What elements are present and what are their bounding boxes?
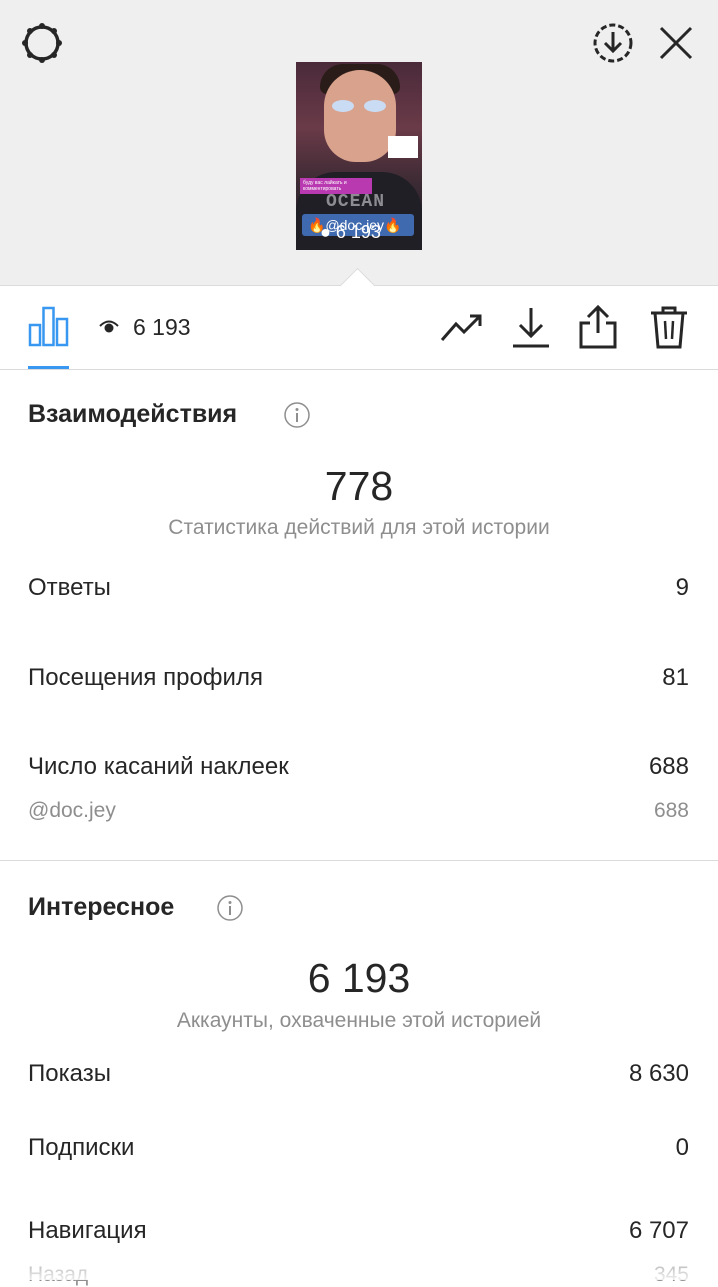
story-views-count: 6 193 xyxy=(335,222,381,242)
row-sticker-taps-label: Число касаний наклеек xyxy=(28,753,289,780)
discovery-caption: Аккаунты, охваченные этой историей xyxy=(176,1009,542,1032)
row-profile-visits-label: Посещения профиля xyxy=(28,664,263,691)
trash-icon[interactable] xyxy=(650,305,688,349)
info-icon[interactable] xyxy=(284,402,310,433)
interactions-total: 778 xyxy=(324,463,394,509)
row-follows-label: Подписки xyxy=(28,1134,135,1161)
section-divider xyxy=(0,860,718,861)
eye-icon: ● xyxy=(320,222,331,242)
discovery-title: Интересное xyxy=(28,893,175,921)
settings-gear-icon[interactable] xyxy=(20,21,64,65)
row-sticker-taps-value: 688 xyxy=(648,753,689,780)
story-caption: буду вас лайкать и комментировать xyxy=(300,178,372,194)
row-follows-value: 0 xyxy=(675,1134,689,1161)
save-story-icon[interactable] xyxy=(591,21,635,65)
row-navigation-label: Навигация xyxy=(28,1217,147,1244)
row-impressions-value: 8 630 xyxy=(628,1060,689,1087)
row-profile-visits-value: 81 xyxy=(662,664,689,691)
download-icon[interactable] xyxy=(512,306,550,348)
row-replies-value: 9 xyxy=(675,574,689,601)
share-icon[interactable] xyxy=(579,305,617,349)
trending-icon[interactable] xyxy=(440,310,484,344)
story-sticker xyxy=(388,136,418,158)
close-icon[interactable] xyxy=(657,24,695,62)
story-thumbnail[interactable]: OCEAN буду вас лайкать и комментировать … xyxy=(296,62,422,250)
scroll-fade xyxy=(0,1250,718,1280)
views-count: 6 193 xyxy=(133,314,191,340)
active-tab-indicator xyxy=(28,366,69,369)
interactions-title: Взаимодействия xyxy=(28,400,238,428)
info-icon[interactable] xyxy=(217,895,243,926)
story-shirt-text: OCEAN xyxy=(326,192,386,212)
discovery-total: 6 193 xyxy=(307,955,411,1001)
story-views-overlay: ● 6 193 xyxy=(320,222,381,243)
story-photo-patch xyxy=(364,100,386,112)
sticker-mention-label: @doc.jey xyxy=(28,799,116,822)
eye-icon xyxy=(99,318,119,334)
row-replies-label: Ответы xyxy=(28,574,111,601)
row-navigation-value: 6 707 xyxy=(628,1217,689,1244)
interactions-caption: Статистика действий для этой истории xyxy=(168,516,550,539)
sticker-mention-value: 688 xyxy=(653,799,689,822)
story-photo-face xyxy=(324,70,396,162)
story-preview-area: OCEAN буду вас лайкать и комментировать … xyxy=(0,0,718,286)
row-impressions-label: Показы xyxy=(28,1060,111,1087)
story-photo-patch xyxy=(332,100,354,112)
bar-chart-icon[interactable] xyxy=(28,305,69,347)
